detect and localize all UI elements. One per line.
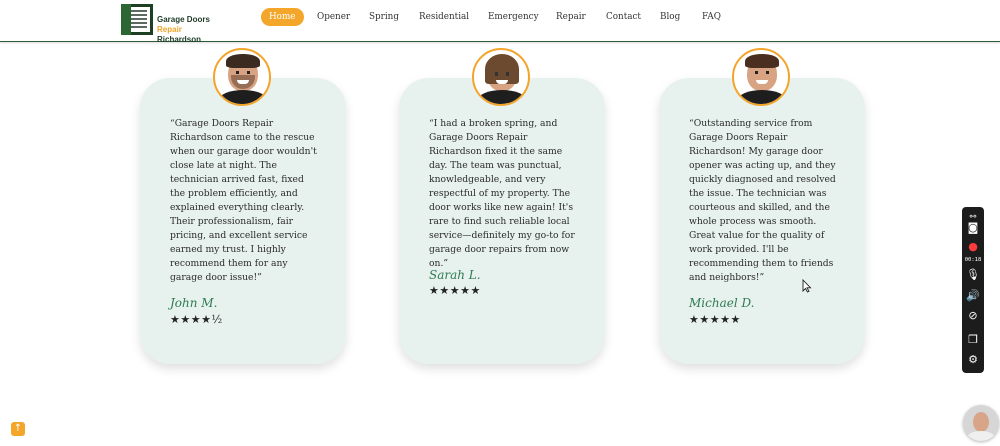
speaker-icon[interactable]: 🔊: [964, 287, 982, 305]
mouse-cursor-icon: [802, 279, 812, 293]
nav-residential[interactable]: Residential: [419, 8, 469, 26]
nav-blog[interactable]: Blog: [660, 8, 680, 26]
logo-line1-b: Repair: [157, 25, 182, 34]
avatar-eyes: [755, 71, 769, 74]
reviewer-name: Michael D.: [689, 296, 755, 310]
record-icon[interactable]: ●: [964, 238, 982, 256]
testimonial-card: “Garage Doors Repair Richardson came to …: [140, 78, 346, 364]
recording-timer: 00:18: [964, 257, 982, 263]
site-logo[interactable]: Garage Doors Repair Richardson: [121, 4, 236, 44]
logo-text: Garage Doors Repair Richardson: [157, 15, 236, 45]
nav-emergency[interactable]: Emergency: [488, 8, 539, 26]
avatar-eyes: [236, 71, 250, 74]
avatar-shirt: [219, 90, 267, 104]
reviewer-avatar: [213, 48, 271, 106]
testimonial-quote: “I had a broken spring, and Garage Doors…: [429, 118, 575, 269]
arrow-up-icon: ↑: [13, 423, 23, 434]
screen-recorder-toolbar: ⚯ ◙ ● 00:18 🎙 🔊 ⊘ ❐ ⚙: [962, 207, 984, 373]
avatar-glasses: [495, 72, 509, 76]
reviewer-avatar: [472, 48, 530, 106]
testimonial-quote: “Outstanding service from Garage Doors R…: [689, 118, 836, 283]
avatar-hair: [745, 54, 779, 68]
avatar-shirt: [478, 90, 526, 104]
chat-avatar-face: [973, 412, 989, 432]
logo-line2: Richardson: [157, 35, 202, 44]
nav-home[interactable]: Home: [261, 8, 304, 26]
testimonial-card: “I had a broken spring, and Garage Doors…: [399, 78, 605, 364]
garage-door-logo-icon: [121, 4, 153, 35]
nav-faq[interactable]: FAQ: [702, 8, 721, 26]
testimonial-quote: “Garage Doors Repair Richardson came to …: [170, 118, 317, 283]
pause-icon[interactable]: ⊘: [964, 307, 982, 325]
window-icon[interactable]: ❐: [964, 331, 982, 349]
chat-avatar-body: [967, 431, 995, 441]
reviewer-name: Sarah L.: [429, 268, 481, 282]
nav-repair[interactable]: Repair: [556, 8, 586, 26]
reviewer-name: John M.: [170, 296, 218, 310]
site-header: Garage Doors Repair Richardson Home Open…: [0, 0, 1000, 44]
camera-icon[interactable]: ◙: [964, 219, 982, 237]
gear-icon[interactable]: ⚙: [964, 351, 982, 369]
chat-widget-avatar[interactable]: [963, 405, 999, 441]
scroll-to-top-button[interactable]: ↑: [11, 422, 25, 436]
microphone-icon[interactable]: 🎙: [964, 266, 982, 284]
reviewer-avatar: [732, 48, 790, 106]
testimonial-card: “Outstanding service from Garage Doors R…: [659, 78, 865, 364]
logo-line1-a: Garage Doors: [157, 15, 210, 24]
nav-opener[interactable]: Opener: [317, 8, 350, 26]
star-rating-icon: ★★★★½: [170, 313, 223, 326]
star-rating-icon: ★★★★★: [429, 284, 481, 297]
nav-contact[interactable]: Contact: [606, 8, 641, 26]
avatar-hair: [226, 54, 260, 68]
avatar-shirt: [738, 90, 786, 104]
star-rating-icon: ★★★★★: [689, 313, 741, 326]
nav-spring[interactable]: Spring: [369, 8, 399, 26]
